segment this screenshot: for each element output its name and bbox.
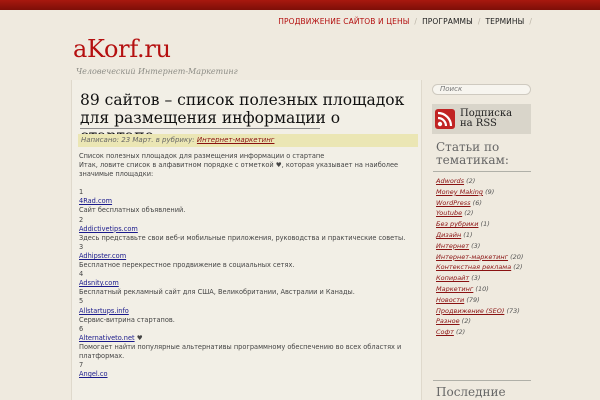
post-content: Список полезных площадок для размещения … — [79, 152, 417, 379]
category-item: Adwords (2) — [436, 177, 476, 185]
entry-description: Бесплатное перекрестное продвижение в со… — [79, 261, 295, 270]
post-meta-prefix: Написано: 23 Март. в рубрику: — [81, 136, 195, 144]
entry-description: Бесплатный рекламный сайт для США, Велик… — [79, 288, 355, 297]
latest-heading: Последние — [436, 385, 506, 399]
entry-link[interactable]: 4Rad.com — [79, 197, 112, 205]
categories-heading: Статьи по тематикам: — [436, 140, 509, 167]
category-link[interactable]: Маркетинг — [436, 285, 473, 293]
category-link[interactable]: Дизайн — [436, 231, 461, 239]
entry-link[interactable]: Adsnity.com — [79, 279, 119, 287]
entry-description: Помогает найти популярные альтернативы п… — [79, 342, 402, 360]
category-link[interactable]: Новости — [436, 296, 464, 304]
nav-item-programs[interactable]: ПРОГРАММЫ — [422, 17, 473, 26]
site-logo[interactable]: aKorf.ru — [73, 35, 171, 63]
category-link[interactable]: Разное — [436, 317, 460, 325]
category-link[interactable]: WordPress — [436, 199, 471, 207]
category-item: Софт (2) — [436, 328, 466, 337]
entry-number: 7 — [79, 361, 84, 370]
post-category-link[interactable]: Интернет-маркетинг — [197, 136, 275, 144]
entry-number: 6 — [79, 324, 84, 333]
category-link[interactable]: Youtube — [436, 209, 462, 217]
category-link[interactable]: Интернет — [436, 242, 469, 250]
categories-list: Adwords (2) Money Making (9) WordPress (… — [436, 176, 546, 338]
category-item: Новости (79) — [436, 295, 480, 304]
entry-number: 2 — [79, 215, 84, 224]
rss-label: Подписка на RSS — [460, 108, 513, 129]
title-divider — [80, 128, 320, 129]
search-input[interactable] — [432, 84, 531, 95]
category-item: WordPress (6) — [436, 198, 482, 207]
top-bar — [0, 0, 600, 10]
category-item: Интернет-маркетинг (20) — [436, 252, 524, 261]
post-intro: Список полезных площадок для размещения … — [79, 152, 325, 160]
category-item: Интернет (3) — [436, 241, 481, 250]
post-intro-list: Итак, ловите список в алфавитном порядке… — [79, 161, 399, 179]
nav-separator: / — [477, 16, 481, 26]
category-item: Дизайн (1) — [436, 230, 473, 239]
category-item: Youtube (2) — [436, 209, 474, 218]
entry-number: 3 — [79, 242, 84, 251]
entry-description: Сайт бесплатных объявлений. — [79, 206, 186, 215]
nav-separator: / — [529, 16, 532, 26]
category-item: Контекстная реклама (2) — [436, 263, 523, 272]
entry-number: 1 — [79, 188, 84, 197]
category-item: Разное (2) — [436, 317, 471, 326]
top-navigation: ПРОДВИЖЕНИЕ САЙТОВ И ЦЕНЫ / ПРОГРАММЫ / … — [278, 14, 532, 28]
rss-subscribe-button[interactable]: Подписка на RSS — [432, 104, 531, 134]
nav-separator: / — [414, 16, 418, 26]
category-link[interactable]: Adwords — [436, 177, 464, 185]
entry-link[interactable]: Allstartups.info — [79, 307, 129, 315]
entry-link[interactable]: Angel.co — [79, 370, 108, 378]
entry-description: Здесь представьте свои веб-и мобильные п… — [79, 233, 406, 242]
site-tagline: Человеческий Интернет-Маркетинг — [76, 67, 238, 76]
nav-item-terms[interactable]: ТЕРМИНЫ — [485, 17, 524, 26]
category-link[interactable]: Контекстная реклама — [436, 263, 511, 271]
entry-link[interactable]: Alternativeto.net — [79, 334, 135, 342]
categories-divider — [433, 171, 531, 172]
post-meta: Написано: 23 Март. в рубрику: Интернет-м… — [78, 134, 418, 147]
category-item: Money Making (9) — [436, 187, 495, 196]
entry-link[interactable]: Adhipster.com — [79, 252, 126, 260]
category-item: Без рубрики (1) — [436, 220, 490, 229]
rss-icon — [435, 109, 455, 129]
category-link[interactable]: Money Making — [436, 188, 483, 196]
category-item: Маркетинг (10) — [436, 284, 489, 293]
latest-divider — [433, 380, 531, 381]
category-link[interactable]: Продвижение (SEO) — [436, 307, 504, 315]
entry-link[interactable]: Addictivetips.com — [79, 225, 138, 233]
entry-description: Сервис-витрина стартапов. — [79, 315, 175, 324]
category-link[interactable]: Интернет-маркетинг — [436, 253, 508, 261]
category-item: Продвижение (SEO) (73) — [436, 306, 520, 315]
entry-number: 5 — [79, 297, 84, 306]
entry-number: 4 — [79, 270, 84, 279]
category-link[interactable]: Софт — [436, 328, 454, 336]
heart-icon: ♥ — [134, 333, 143, 342]
category-link[interactable]: Без рубрики — [436, 220, 478, 228]
category-item: Копирайт (3) — [436, 274, 481, 283]
category-link[interactable]: Копирайт — [436, 274, 469, 282]
nav-item-promotion[interactable]: ПРОДВИЖЕНИЕ САЙТОВ И ЦЕНЫ — [278, 17, 409, 26]
